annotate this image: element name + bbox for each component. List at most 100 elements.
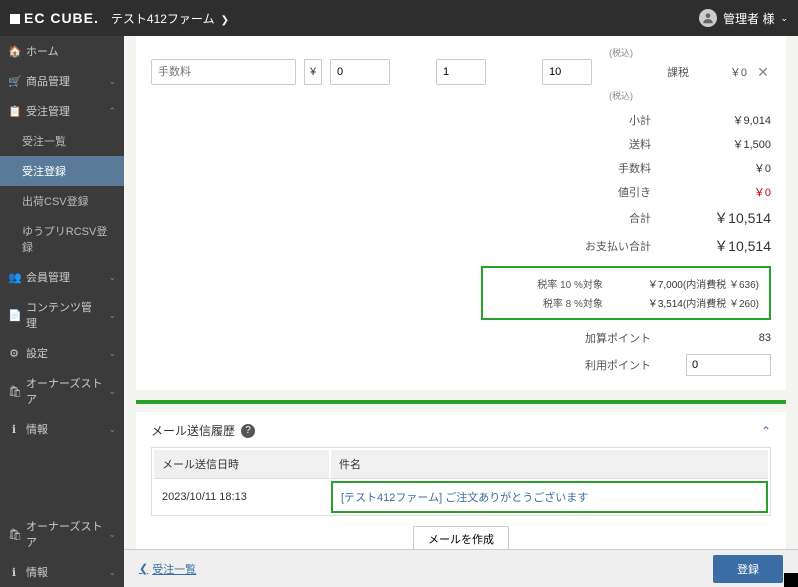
chevron-icon: ⌄ (108, 424, 116, 435)
page-title[interactable]: テスト412ファーム❯ (111, 10, 229, 27)
ship-value: ￥1,500 (651, 136, 771, 152)
discount-value: ￥0 (651, 184, 771, 200)
chevron-right-icon: ❯ (221, 15, 229, 26)
tax-type-label: 課税 (639, 64, 689, 80)
back-to-list-link[interactable]: ❮受注一覧 (139, 561, 196, 577)
sidebar-label: コンテンツ管理 (26, 299, 102, 331)
sidebar-label: 商品管理 (26, 73, 70, 89)
logo: EC CUBE. (10, 10, 99, 26)
sidebar-item-オーナーズストア[interactable]: 🛍 オーナーズストア ⌄ (0, 511, 124, 557)
pay-value: ￥10,514 (651, 236, 771, 256)
usepoint-input[interactable] (686, 354, 771, 376)
mail-row-date: 2023/10/11 18:13 (154, 481, 329, 513)
subtotal-label: 小計 (571, 112, 651, 128)
sidebar-icon: ⚙ (8, 347, 20, 360)
tax-note: (税込) (311, 46, 798, 59)
discount-label: 値引き (571, 184, 651, 200)
help-icon[interactable]: ? (241, 424, 255, 438)
sidebar-icon: 📋 (8, 105, 20, 118)
sidebar-item-オーナーズストア[interactable]: 🛍 オーナーズストア ⌄ (0, 368, 124, 414)
tax10-label: 税率 10 %対象 (513, 276, 603, 291)
tax10-value: ￥7,000 (603, 276, 683, 291)
remove-row-button[interactable]: ✕ (755, 64, 771, 81)
tax8-detail: (内消費税 ￥260) (683, 295, 759, 310)
sidebar-item-出荷CSV登録[interactable]: 出荷CSV登録 (0, 186, 124, 216)
sidebar-icon: 🛍 (8, 528, 20, 541)
chevron-down-icon: ⌄ (780, 13, 788, 24)
chevron-icon: ⌄ (108, 76, 116, 87)
sidebar-label: 設定 (26, 345, 48, 361)
sidebar-label: ホーム (26, 43, 59, 59)
sidebar-icon: ℹ (8, 566, 20, 579)
mail-history-title: メール送信履歴 (151, 422, 235, 439)
sidebar-item-ホーム[interactable]: 🏠 ホーム (0, 36, 124, 66)
ship-label: 送料 (571, 136, 651, 152)
sidebar-label: 受注登録 (22, 163, 66, 179)
sidebar-item-受注登録[interactable]: 受注登録 (0, 156, 124, 186)
mail-row-subject-link[interactable]: [テスト412ファーム] ご注文ありがとうございます (341, 492, 588, 504)
addpoint-label: 加算ポイント (571, 330, 651, 346)
sidebar-label: 受注一覧 (22, 133, 66, 149)
usepoint-label: 利用ポイント (571, 357, 651, 373)
tax8-value: ￥3,514 (603, 295, 683, 310)
chevron-icon: ⌄ (108, 567, 116, 578)
sidebar-label: オーナーズストア (26, 375, 102, 407)
sidebar-label: 出荷CSV登録 (22, 193, 89, 209)
collapse-icon[interactable]: ⌃ (761, 424, 771, 438)
sidebar-label: 会員管理 (26, 269, 70, 285)
tax-breakdown-box: 税率 10 %対象￥7,000(内消費税 ￥636) 税率 8 %対象￥3,51… (481, 266, 771, 320)
divider (136, 400, 786, 404)
fee-label: 手数料 (571, 160, 651, 176)
sidebar-icon: 🛒 (8, 75, 20, 88)
addpoint-value: 83 (651, 332, 771, 344)
fee-name-input[interactable] (151, 59, 296, 85)
chevron-icon: ⌄ (108, 529, 116, 540)
corner-badge (784, 573, 798, 587)
sidebar-item-受注管理[interactable]: 📋 受注管理 ⌃ (0, 96, 124, 126)
chevron-icon: ⌄ (108, 348, 116, 359)
fee-price-input[interactable] (330, 59, 390, 85)
sidebar-icon: 🛍 (8, 385, 20, 398)
avatar-icon (699, 9, 717, 27)
tax-value: ￥0 (697, 64, 747, 80)
tax-note2: (税込) (311, 89, 798, 102)
chevron-icon: ⌄ (108, 272, 116, 283)
total-label: 合計 (571, 210, 651, 226)
total-value: ￥10,514 (651, 208, 771, 228)
user-label: 管理者 様 (723, 10, 774, 27)
sidebar-label: 受注管理 (26, 103, 70, 119)
sidebar-icon: 🏠 (8, 45, 20, 58)
user-menu[interactable]: 管理者 様 ⌄ (699, 9, 788, 27)
subtotal-value: ￥9,014 (651, 112, 771, 128)
mail-row: 2023/10/11 18:13 [テスト412ファーム] ご注文ありがとうござ… (154, 481, 768, 513)
sidebar-item-設定[interactable]: ⚙ 設定 ⌄ (0, 338, 124, 368)
chevron-left-icon: ❮ (139, 562, 148, 575)
sidebar-label: 情報 (26, 421, 48, 437)
sidebar-item-ゆうプリRCSV登録[interactable]: ゆうプリRCSV登録 (0, 216, 124, 262)
pay-label: お支払い合計 (571, 238, 651, 254)
chevron-icon: ⌄ (108, 310, 116, 321)
sidebar-label: 情報 (26, 564, 48, 580)
tax8-label: 税率 8 %対象 (513, 295, 603, 310)
currency-label: ¥ (304, 59, 322, 85)
sidebar-label: ゆうプリRCSV登録 (22, 223, 116, 255)
sidebar-item-コンテンツ管理[interactable]: 📄 コンテンツ管理 ⌄ (0, 292, 124, 338)
mail-col-subject: 件名 (331, 450, 768, 479)
sidebar-item-商品管理[interactable]: 🛒 商品管理 ⌄ (0, 66, 124, 96)
sidebar-item-情報[interactable]: ℹ 情報 ⌄ (0, 557, 124, 587)
sidebar-icon: 📄 (8, 309, 20, 322)
fee-tax-input[interactable] (542, 59, 592, 85)
tax10-detail: (内消費税 ￥636) (683, 276, 759, 291)
sidebar-label: オーナーズストア (26, 518, 102, 550)
chevron-icon: ⌃ (108, 106, 116, 117)
fee-qty-input[interactable] (436, 59, 486, 85)
sidebar-item-会員管理[interactable]: 👥 会員管理 ⌄ (0, 262, 124, 292)
sidebar-item-情報[interactable]: ℹ 情報 ⌄ (0, 414, 124, 444)
sidebar-icon: 👥 (8, 271, 20, 284)
fee-value: ￥0 (651, 160, 771, 176)
chevron-icon: ⌄ (108, 386, 116, 397)
register-button[interactable]: 登録 (713, 555, 783, 583)
sidebar-item-受注一覧[interactable]: 受注一覧 (0, 126, 124, 156)
sidebar-icon: ℹ (8, 423, 20, 436)
mail-col-date: メール送信日時 (154, 450, 329, 479)
